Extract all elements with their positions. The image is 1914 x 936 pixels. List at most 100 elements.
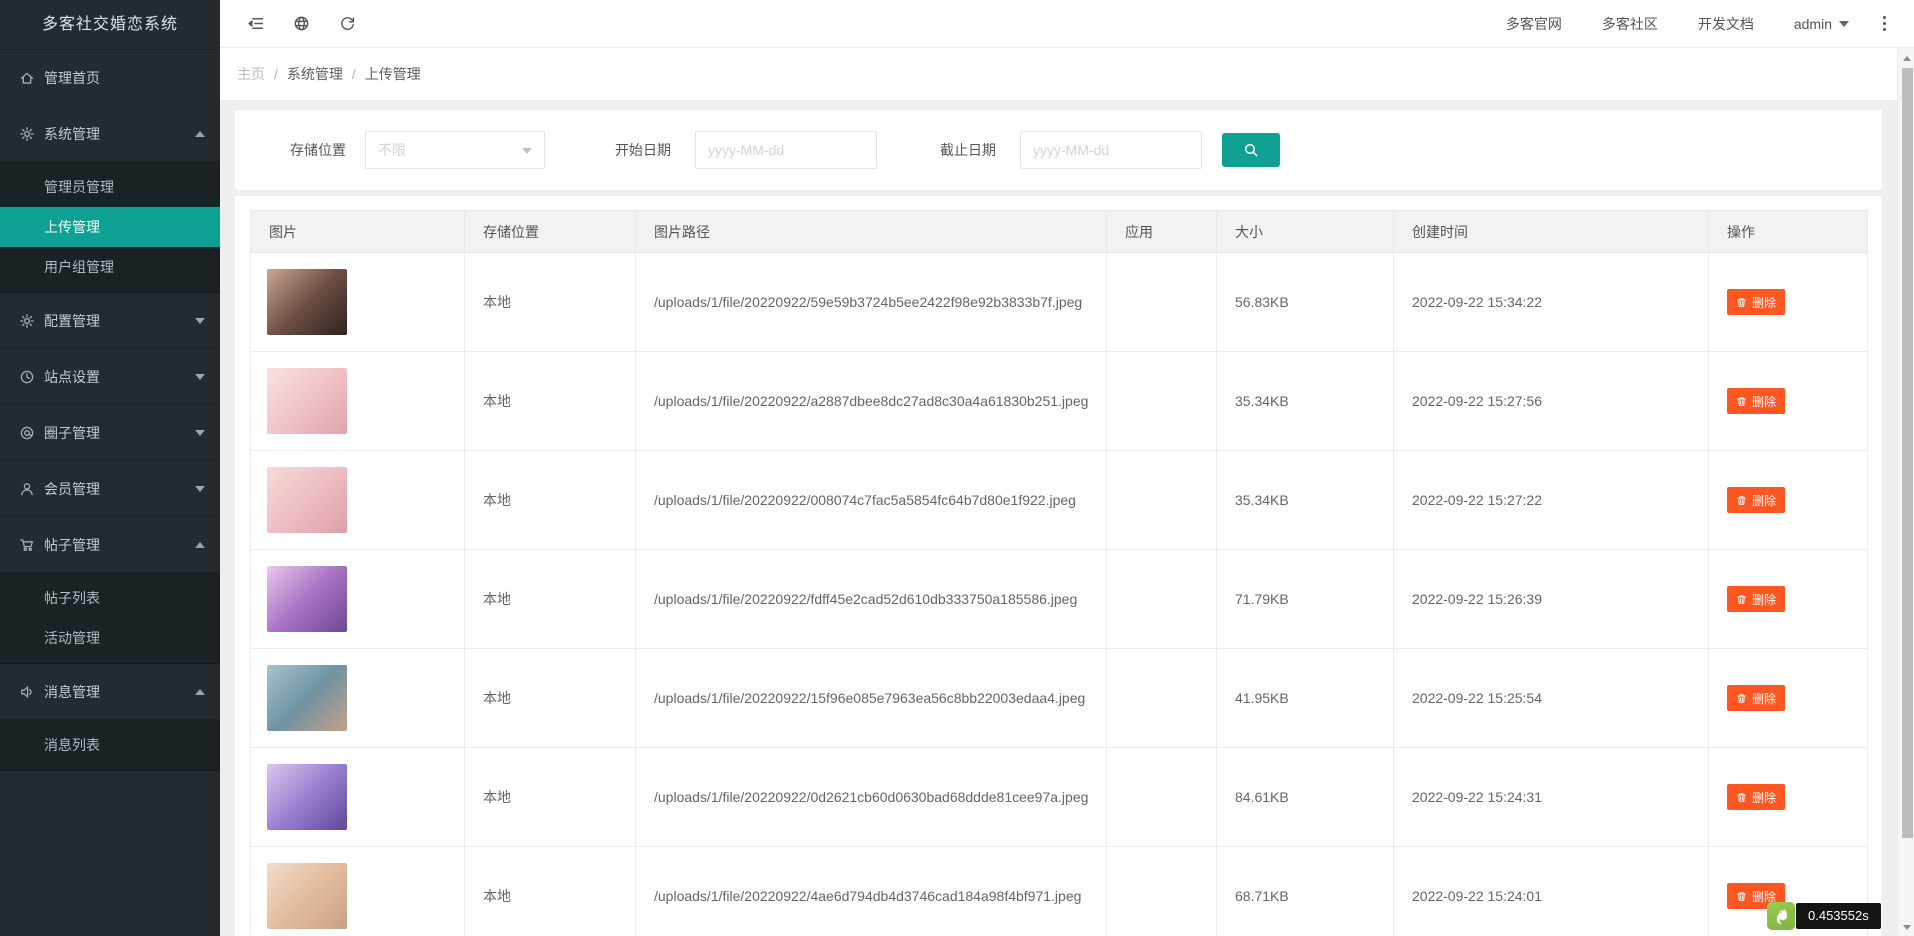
speaker-icon bbox=[19, 684, 35, 700]
sidebar-item-activity-manage[interactable]: 活动管理 bbox=[0, 618, 220, 658]
uploads-table-card: 图片 存储位置 图片路径 应用 大小 创建时间 操作 本地 /uploads/1… bbox=[235, 196, 1882, 936]
menu-collapse-icon[interactable] bbox=[232, 0, 278, 48]
end-date-input[interactable] bbox=[1020, 131, 1202, 169]
cell-storage: 本地 bbox=[465, 451, 636, 550]
sidebar-item-upload-manage[interactable]: 上传管理 bbox=[0, 207, 220, 247]
search-button[interactable] bbox=[1222, 133, 1280, 167]
scroll-down-icon[interactable] bbox=[1898, 919, 1914, 936]
delete-button[interactable]: 删除 bbox=[1727, 784, 1785, 810]
vertical-scrollbar[interactable] bbox=[1897, 48, 1914, 936]
cell-app bbox=[1107, 649, 1217, 748]
trash-icon bbox=[1736, 594, 1747, 605]
breadcrumb-home[interactable]: 主页 bbox=[237, 64, 265, 84]
image-thumbnail[interactable] bbox=[267, 764, 347, 830]
col-header-storage: 存储位置 bbox=[465, 211, 636, 253]
cell-app bbox=[1107, 748, 1217, 847]
col-header-path: 图片路径 bbox=[636, 211, 1107, 253]
image-thumbnail[interactable] bbox=[267, 863, 347, 929]
topbar-left bbox=[220, 0, 370, 48]
main-content: 存储位置 不限 开始日期 截止日期 图片 存储位置 图片路径 应用 bbox=[220, 100, 1897, 936]
start-date-input[interactable] bbox=[695, 131, 877, 169]
sidebar-item-message-list[interactable]: 消息列表 bbox=[0, 725, 220, 765]
topbar-link-official-site[interactable]: 多客官网 bbox=[1506, 14, 1562, 34]
cell-created: 2022-09-22 15:27:56 bbox=[1394, 352, 1709, 451]
kebab-menu-icon[interactable] bbox=[1879, 12, 1890, 35]
cell-size: 84.61KB bbox=[1217, 748, 1394, 847]
sidebar-item-config[interactable]: 配置管理 bbox=[0, 293, 220, 349]
cell-app bbox=[1107, 847, 1217, 936]
cell-app bbox=[1107, 253, 1217, 352]
submenu-message: 消息列表 bbox=[0, 720, 220, 771]
timing-badge: 0.453552s bbox=[1796, 903, 1881, 929]
globe-icon[interactable] bbox=[278, 0, 324, 48]
cell-path: /uploads/1/file/20220922/4ae6d794db4d374… bbox=[636, 847, 1107, 936]
sidebar-item-site-settings[interactable]: 站点设置 bbox=[0, 349, 220, 405]
cell-created: 2022-09-22 15:27:22 bbox=[1394, 451, 1709, 550]
sidebar-item-circle-manage[interactable]: 圈子管理 bbox=[0, 405, 220, 461]
sidebar-item-dashboard[interactable]: 管理首页 bbox=[0, 50, 220, 106]
cell-path: /uploads/1/file/20220922/fdff45e2cad52d6… bbox=[636, 550, 1107, 649]
sidebar-item-post-manage[interactable]: 帖子管理 bbox=[0, 517, 220, 573]
col-header-actions: 操作 bbox=[1709, 211, 1868, 253]
scroll-up-icon[interactable] bbox=[1898, 50, 1914, 67]
sidebar-item-post-list[interactable]: 帖子列表 bbox=[0, 578, 220, 618]
delete-button[interactable]: 删除 bbox=[1727, 388, 1785, 414]
sidebar-item-system[interactable]: 系统管理 bbox=[0, 106, 220, 162]
table-row: 本地 /uploads/1/file/20220922/a2887dbee8dc… bbox=[251, 352, 1868, 451]
sidebar-item-member-manage[interactable]: 会员管理 bbox=[0, 461, 220, 517]
delete-button[interactable]: 删除 bbox=[1727, 586, 1785, 612]
breadcrumb-separator: / bbox=[352, 66, 356, 82]
table-row: 本地 /uploads/1/file/20220922/4ae6d794db4d… bbox=[251, 847, 1868, 936]
refresh-icon[interactable] bbox=[324, 0, 370, 48]
image-thumbnail[interactable] bbox=[267, 368, 347, 434]
sidebar-item-admin-manage[interactable]: 管理员管理 bbox=[0, 167, 220, 207]
delete-button[interactable]: 删除 bbox=[1727, 487, 1785, 513]
image-thumbnail[interactable] bbox=[267, 665, 347, 731]
caret-up-icon bbox=[195, 131, 205, 137]
scrollbar-thumb[interactable] bbox=[1902, 68, 1913, 838]
col-header-image: 图片 bbox=[251, 211, 465, 253]
sidebar-item-message-manage[interactable]: 消息管理 bbox=[0, 664, 220, 720]
delete-button[interactable]: 删除 bbox=[1727, 289, 1785, 315]
cell-storage: 本地 bbox=[465, 748, 636, 847]
topbar-link-community[interactable]: 多客社区 bbox=[1602, 14, 1658, 34]
table-row: 本地 /uploads/1/file/20220922/0d2621cb60d0… bbox=[251, 748, 1868, 847]
trash-icon bbox=[1736, 792, 1747, 803]
col-header-created: 创建时间 bbox=[1394, 211, 1709, 253]
cell-path: /uploads/1/file/20220922/a2887dbee8dc27a… bbox=[636, 352, 1107, 451]
image-thumbnail[interactable] bbox=[267, 269, 347, 335]
trash-icon bbox=[1736, 495, 1747, 506]
cell-path: /uploads/1/file/20220922/15f96e085e7963e… bbox=[636, 649, 1107, 748]
cell-app bbox=[1107, 451, 1217, 550]
username: admin bbox=[1794, 16, 1832, 32]
caret-up-icon bbox=[195, 542, 205, 548]
storage-location-select[interactable]: 不限 bbox=[365, 131, 545, 169]
user-menu[interactable]: admin bbox=[1794, 16, 1849, 32]
col-header-size: 大小 bbox=[1217, 211, 1394, 253]
cell-storage: 本地 bbox=[465, 253, 636, 352]
caret-down-icon bbox=[195, 374, 205, 380]
image-thumbnail[interactable] bbox=[267, 566, 347, 632]
breadcrumb-current: 上传管理 bbox=[365, 64, 421, 84]
table-row: 本地 /uploads/1/file/20220922/fdff45e2cad5… bbox=[251, 550, 1868, 649]
cell-size: 35.34KB bbox=[1217, 451, 1394, 550]
sliders-icon bbox=[19, 313, 35, 329]
delete-button[interactable]: 删除 bbox=[1727, 685, 1785, 711]
cell-size: 41.95KB bbox=[1217, 649, 1394, 748]
cell-path: /uploads/1/file/20220922/59e59b3724b5ee2… bbox=[636, 253, 1107, 352]
image-thumbnail[interactable] bbox=[267, 467, 347, 533]
trash-icon bbox=[1736, 693, 1747, 704]
cell-size: 35.34KB bbox=[1217, 352, 1394, 451]
cell-created: 2022-09-22 15:26:39 bbox=[1394, 550, 1709, 649]
cell-storage: 本地 bbox=[465, 649, 636, 748]
flame-logo-icon bbox=[1767, 902, 1795, 930]
cell-size: 68.71KB bbox=[1217, 847, 1394, 936]
breadcrumb-system[interactable]: 系统管理 bbox=[287, 64, 343, 84]
sidebar-item-usergroup-manage[interactable]: 用户组管理 bbox=[0, 247, 220, 287]
cell-app bbox=[1107, 550, 1217, 649]
caret-down-icon bbox=[522, 148, 532, 154]
table-header-row: 图片 存储位置 图片路径 应用 大小 创建时间 操作 bbox=[251, 211, 1868, 253]
caret-down-icon bbox=[195, 486, 205, 492]
topbar-link-dev-docs[interactable]: 开发文档 bbox=[1698, 14, 1754, 34]
table-row: 本地 /uploads/1/file/20220922/008074c7fac5… bbox=[251, 451, 1868, 550]
